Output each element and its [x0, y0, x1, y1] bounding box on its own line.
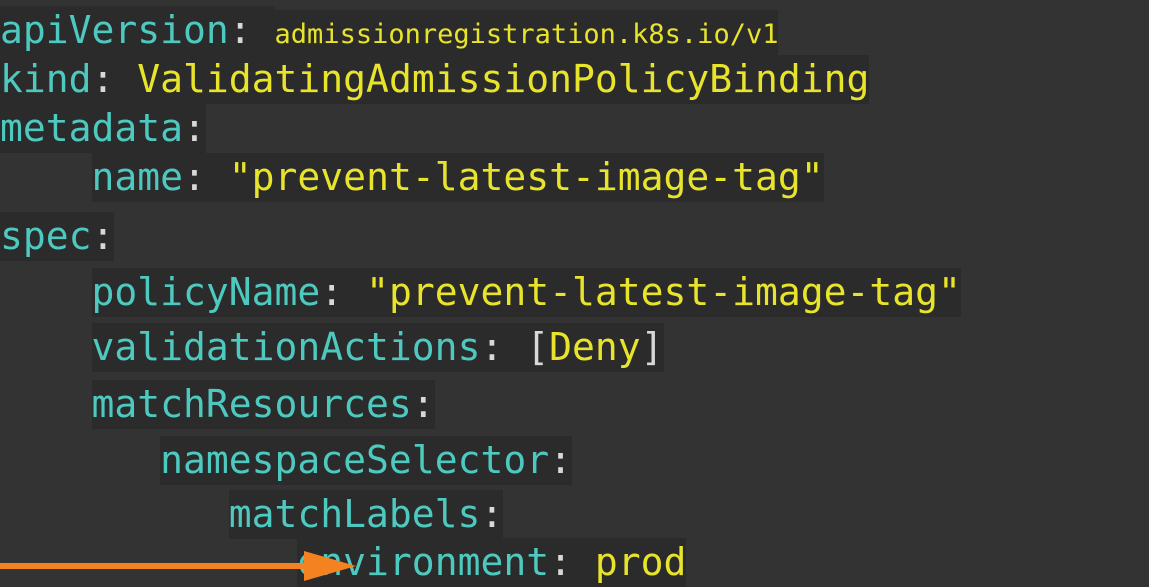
- yaml-colon: :: [480, 323, 527, 372]
- yaml-key: metadata: [0, 104, 184, 153]
- yaml-value: admissionregistration.k8s.io/v1: [274, 10, 779, 59]
- yaml-colon: :: [183, 153, 229, 202]
- yaml-key: matchLabels: [228, 490, 481, 539]
- code-line-spec: spec:: [0, 212, 115, 261]
- yaml-colon: :: [411, 380, 435, 429]
- yaml-value: Deny: [549, 323, 641, 372]
- yaml-key: matchResources: [91, 380, 412, 429]
- code-line-namespace-selector: namespaceSelector:: [0, 436, 572, 485]
- yaml-colon: :: [183, 104, 206, 153]
- code-line-name: name: "prevent-latest-image-tag": [0, 153, 824, 202]
- code-line-api-version: apiVersion: admissionregistration.k8s.io…: [0, 6, 779, 59]
- yaml-key: spec: [0, 212, 92, 261]
- code-line-validation-actions: validationActions: [Deny]: [0, 323, 664, 372]
- yaml-key: namespaceSelector: [160, 436, 550, 485]
- yaml-bracket-open: [: [526, 323, 550, 372]
- yaml-colon: :: [480, 490, 504, 539]
- code-line-metadata: metadata:: [0, 104, 206, 153]
- yaml-colon: :: [91, 55, 138, 104]
- yaml-value: "prevent-latest-image-tag": [228, 153, 824, 202]
- yaml-colon: :: [320, 268, 367, 317]
- yaml-value: ValidatingAdmissionPolicyBinding: [137, 55, 870, 104]
- yaml-key: apiVersion: [0, 6, 229, 55]
- yaml-colon: :: [228, 6, 275, 55]
- code-line-match-labels: matchLabels:: [0, 490, 504, 539]
- yaml-value: "prevent-latest-image-tag": [366, 268, 961, 317]
- yaml-key: name: [91, 153, 184, 202]
- yaml-value: prod: [594, 538, 687, 587]
- code-editor: apiVersion: admissionregistration.k8s.io…: [0, 0, 1149, 587]
- code-line-kind: kind: ValidatingAdmissionPolicyBinding: [0, 55, 870, 104]
- code-line-policy-name: policyName: "prevent-latest-image-tag": [0, 268, 961, 317]
- yaml-bracket-close: ]: [640, 323, 664, 372]
- yaml-key: kind: [0, 55, 92, 104]
- yaml-key: policyName: [91, 268, 321, 317]
- yaml-colon: :: [549, 436, 572, 485]
- code-line-match-resources: matchResources:: [0, 380, 435, 429]
- yaml-colon: :: [549, 538, 595, 587]
- arrow-right-icon: [0, 551, 356, 581]
- yaml-key: validationActions: [91, 323, 481, 372]
- yaml-colon: :: [91, 212, 115, 261]
